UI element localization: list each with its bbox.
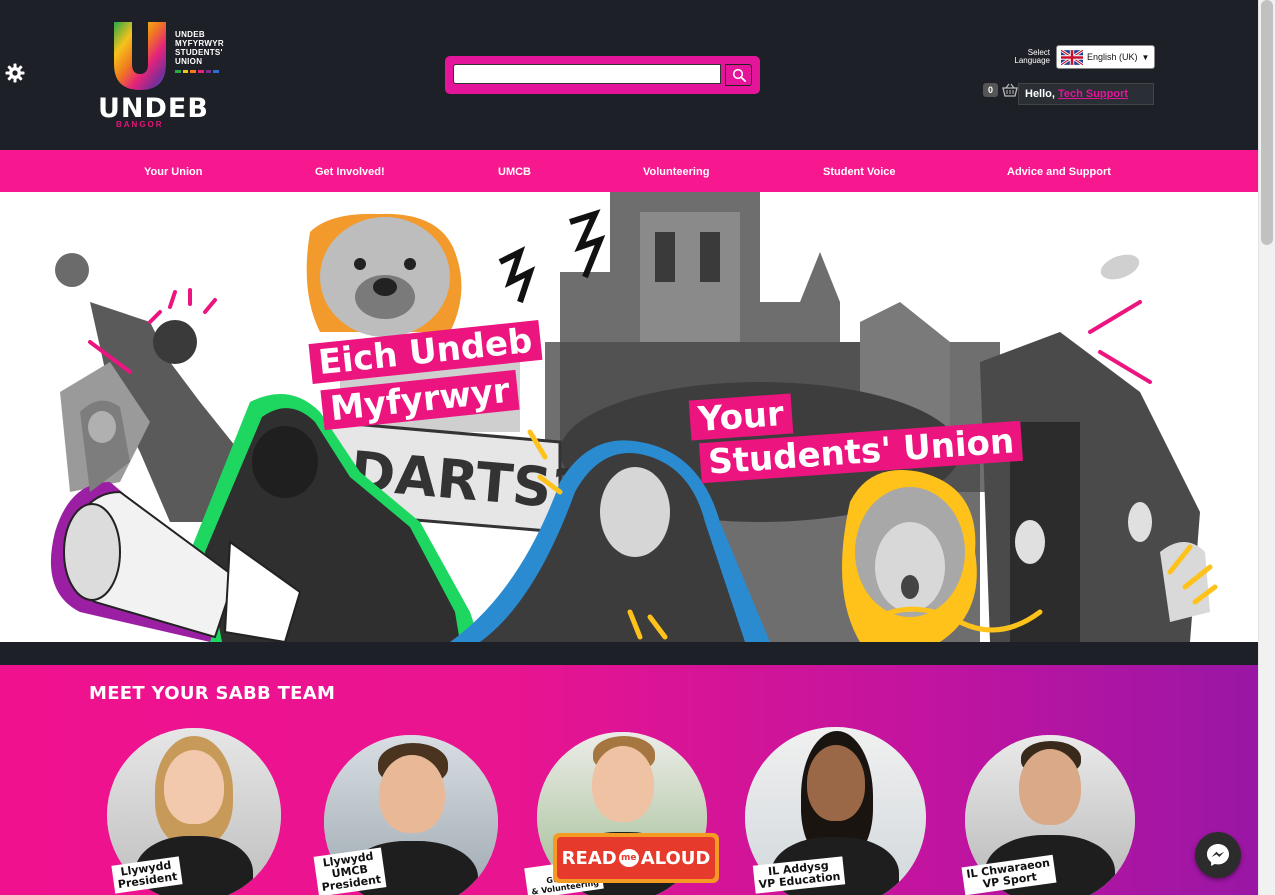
- user-name-link[interactable]: Tech Support: [1058, 88, 1128, 100]
- nav-item-umcb[interactable]: UMCB: [498, 150, 531, 192]
- speech-bubble-icon: me: [618, 849, 639, 867]
- logo-mark-icon: [114, 22, 166, 90]
- logo-line: MYFYRWYR: [175, 39, 224, 48]
- scrollbar-thumb[interactable]: [1261, 0, 1273, 245]
- undeb-logo[interactable]: UNDEB MYFYRWYR STUDENTS' UNION UNDEB BAN…: [98, 20, 228, 130]
- read-aloud-text-right: ALOUD: [640, 847, 711, 869]
- read-aloud-label: READ me ALOUD: [557, 837, 715, 879]
- logo-line: STUDENTS': [175, 48, 223, 57]
- language-select[interactable]: English (UK) ▼: [1056, 45, 1155, 69]
- hero-banner[interactable]: DARTS? Eich Undeb Myfyrwyr Your Students…: [0, 192, 1258, 642]
- nav-item-your-union[interactable]: Your Union: [144, 150, 202, 192]
- search-input[interactable]: [453, 64, 721, 84]
- caret-down-icon: ▼: [1141, 52, 1150, 62]
- accessibility-settings-button[interactable]: [0, 55, 30, 91]
- section-title: MEET YOUR SABB TEAM: [89, 683, 336, 704]
- logo-line: UNION: [175, 57, 203, 66]
- language-label-line: Language: [1014, 56, 1050, 65]
- messenger-icon: [1207, 844, 1229, 866]
- logo-subtitle: BANGOR: [116, 120, 164, 129]
- page-scrollbar[interactable]: [1258, 0, 1275, 895]
- search-bar: [445, 56, 760, 94]
- page: UNDEB MYFYRWYR STUDENTS' UNION UNDEB BAN…: [0, 0, 1258, 895]
- hero-english-tagline-1: Your: [688, 393, 794, 441]
- logo-line: UNDEB: [175, 30, 205, 39]
- search-button[interactable]: [725, 64, 752, 86]
- read-aloud-button[interactable]: READ me ALOUD: [553, 833, 719, 883]
- hero-collage-image: DARTS?: [50, 192, 1218, 642]
- hero-bottom-band: [0, 642, 1258, 665]
- read-aloud-text-left: READ: [561, 847, 617, 869]
- nav-item-advice-and-support[interactable]: Advice and Support: [1007, 150, 1111, 192]
- cart-count-badge[interactable]: 0: [983, 83, 998, 97]
- language-selected: English (UK): [1087, 52, 1138, 62]
- sabb-role-label: Llywydd UMCB President: [313, 847, 387, 895]
- greeting-hello: Hello,: [1025, 88, 1055, 100]
- user-greeting[interactable]: Hello, Tech Support: [1018, 83, 1154, 105]
- logo-color-bars: [175, 70, 220, 73]
- main-nav: Your Union Get Involved! UMCB Volunteeri…: [0, 150, 1258, 192]
- nav-item-student-voice[interactable]: Student Voice: [823, 150, 896, 192]
- nav-item-get-involved[interactable]: Get Involved!: [315, 150, 385, 192]
- gear-icon: [5, 63, 25, 83]
- basket-icon[interactable]: [1002, 82, 1018, 98]
- logo-side-text: UNDEB MYFYRWYR STUDENTS' UNION: [175, 30, 224, 66]
- language-label: Select Language: [1000, 49, 1050, 65]
- messenger-chat-button[interactable]: [1195, 832, 1241, 878]
- site-header: UNDEB MYFYRWYR STUDENTS' UNION UNDEB BAN…: [0, 0, 1258, 150]
- nav-item-volunteering[interactable]: Volunteering: [643, 150, 709, 192]
- search-icon: [732, 68, 746, 82]
- uk-flag-icon: [1061, 49, 1083, 65]
